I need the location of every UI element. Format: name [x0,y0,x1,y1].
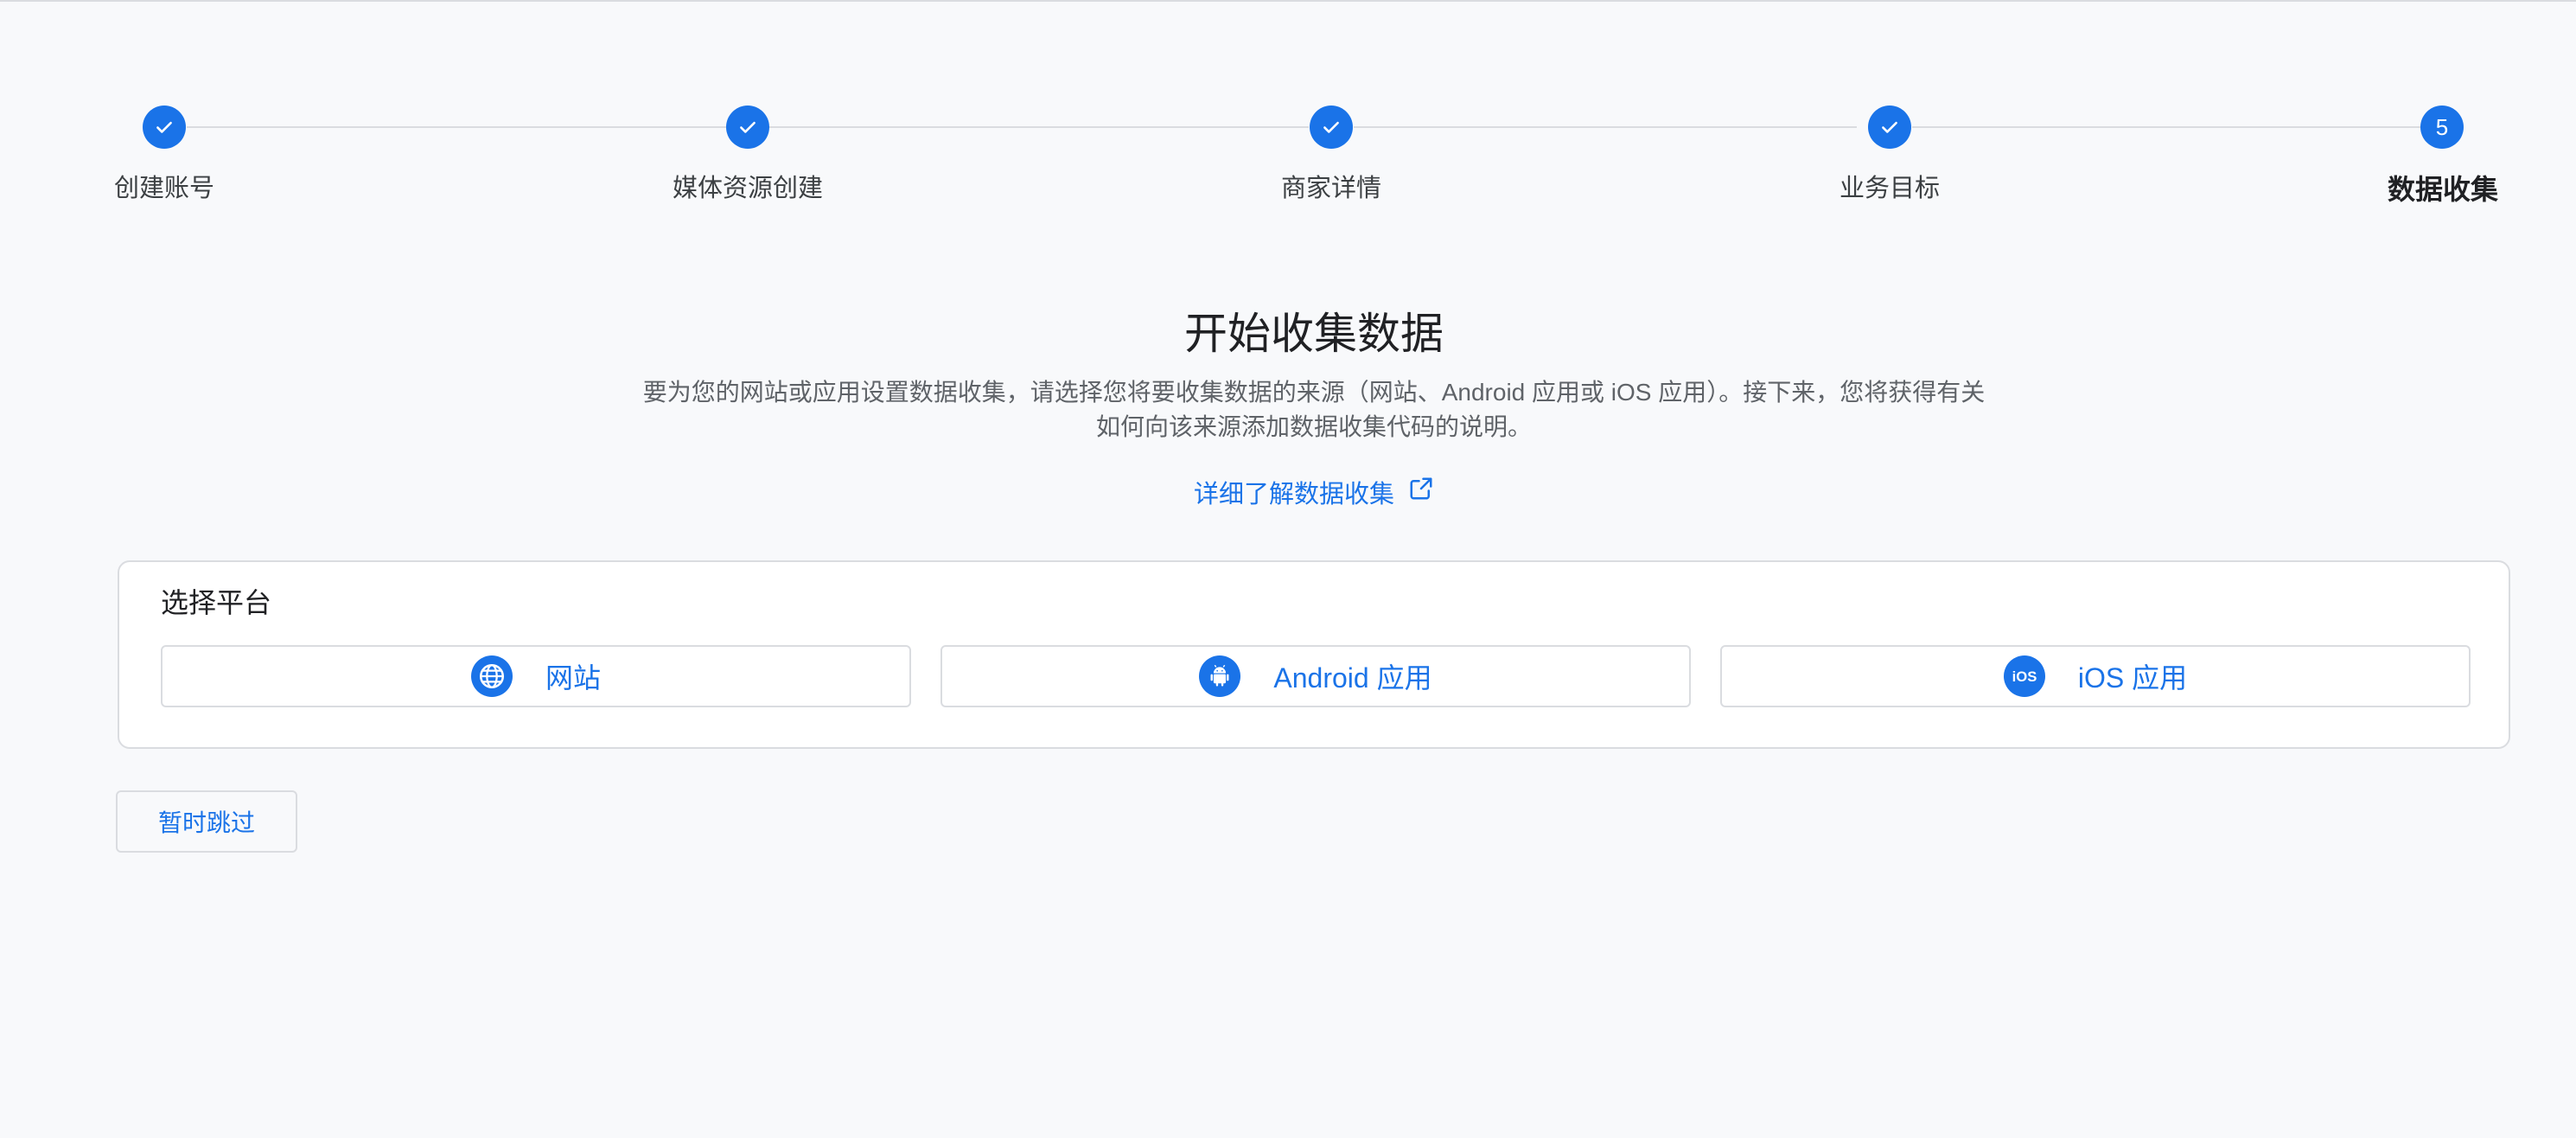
step-number: 5 [2420,105,2464,149]
skip-button[interactable]: 暂时跳过 [116,790,297,853]
step-data-collection: 5 数据收集 [2239,105,2498,208]
step-create-account: 创建账号 [35,105,294,204]
globe-icon [470,655,513,697]
step-label-current: 数据收集 [2387,174,2498,205]
step-label: 创建账号 [113,175,214,202]
ios-platform-button[interactable]: iOS iOS 应用 [1720,645,2471,707]
description-line: 要为您的网站或应用设置数据收集，请选择您将要收集数据的来源（网站、Android… [642,379,1986,406]
check-icon [1310,105,1353,149]
check-icon [143,105,186,149]
check-icon [726,105,769,149]
android-icon [1199,655,1241,697]
web-platform-button[interactable]: 网站 [161,645,911,707]
platform-card: 选择平台 网站 Android 应用 iOS iOS 应用 [118,560,2510,749]
step-label: 商家详情 [1280,175,1381,202]
svg-text:iOS: iOS [2012,668,2037,685]
card-title: 选择平台 [161,587,272,618]
progress-stepper: 创建账号 媒体资源创建 商家详情 业务目标 5 数据收集 [0,2,2576,227]
step-property-creation: 媒体资源创建 [618,105,877,204]
step-label: 业务目标 [1839,175,1940,202]
learn-more-label: 详细了解数据收集 [1193,481,1394,508]
ios-icon: iOS [2003,655,2045,697]
learn-more-link[interactable]: 详细了解数据收集 [0,474,2576,510]
page-description: 要为您的网站或应用设置数据收集，请选择您将要收集数据的来源（网站、Android… [605,375,2023,444]
step-label: 媒体资源创建 [672,175,823,202]
android-platform-button[interactable]: Android 应用 [940,645,1691,707]
setup-page: 创建账号 媒体资源创建 商家详情 业务目标 5 数据收集 开始收集数据 要为您的… [0,0,2576,1138]
step-business-objectives: 业务目标 [1760,105,2019,204]
description-line: 如何向该来源添加数据收集代码的说明。 [1095,413,1532,440]
platform-label: Android 应用 [1273,662,1432,694]
step-business-details: 商家详情 [1202,105,1461,204]
platform-label: iOS 应用 [2077,662,2188,694]
platform-label: 网站 [545,662,601,694]
open-in-new-icon [1408,476,1434,508]
page-title: 开始收集数据 [1184,310,1444,358]
check-icon [1868,105,1911,149]
